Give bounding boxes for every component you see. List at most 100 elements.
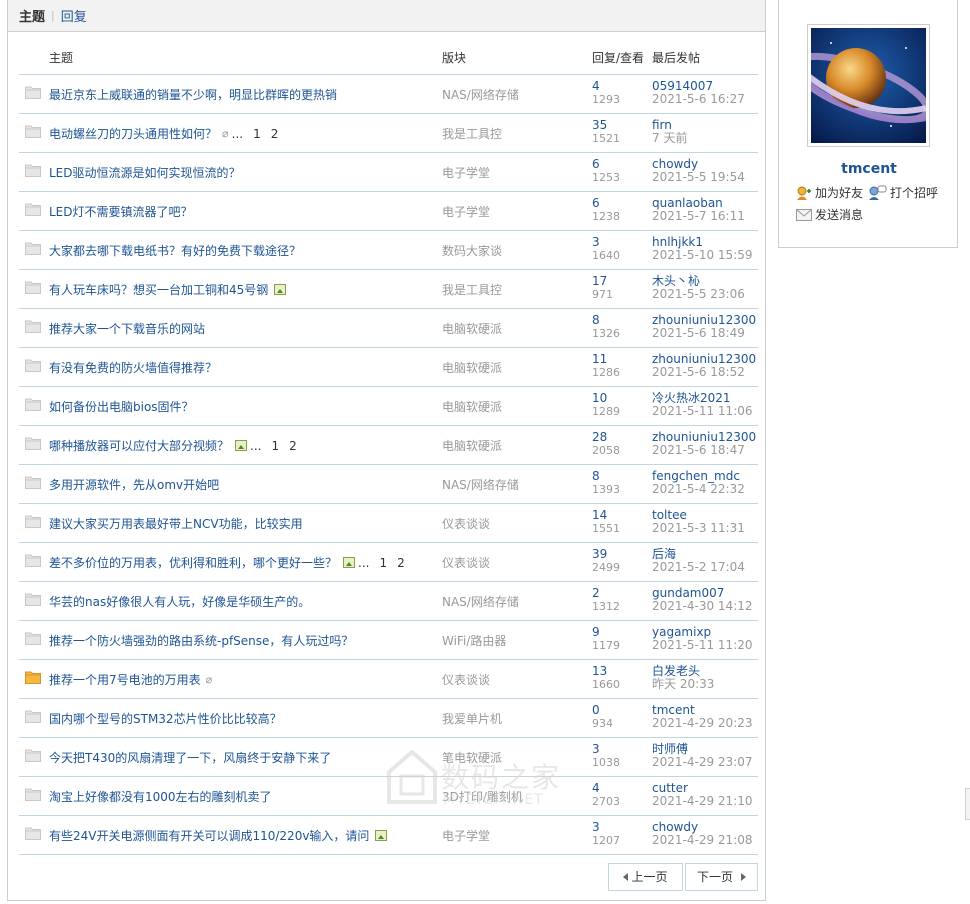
folder-icon[interactable]	[25, 124, 41, 138]
thread-title-link[interactable]: 建议大家买万用表最好带上NCV功能，比较实用	[49, 515, 303, 532]
last-post-time[interactable]: 2021-5-6 18:47	[652, 444, 745, 457]
last-post-time[interactable]: 2021-4-29 20:23	[652, 717, 753, 730]
forum-link[interactable]: 电脑软硬派	[442, 437, 502, 454]
last-post-time[interactable]: 2021-4-29 21:10	[652, 795, 753, 808]
reply-count[interactable]: 11	[592, 353, 607, 366]
forum-link[interactable]: 电脑软硬派	[442, 398, 502, 415]
thread-title-link[interactable]: LED驱动恒流源是如何实现恒流的？	[49, 164, 241, 181]
reply-count[interactable]: 8	[592, 314, 600, 327]
last-post-time[interactable]: 2021-5-3 11:31	[652, 522, 745, 535]
thread-page-link[interactable]: 1	[253, 127, 261, 141]
reply-count[interactable]: 17	[592, 275, 607, 288]
reply-count[interactable]: 4	[592, 80, 600, 93]
folder-icon[interactable]	[25, 319, 41, 333]
thread-title-link[interactable]: 推荐一个用7号电池的万用表	[49, 671, 201, 688]
reply-count[interactable]: 35	[592, 119, 607, 132]
reply-count[interactable]: 6	[592, 158, 600, 171]
last-post-time[interactable]: 2021-5-5 19:54	[652, 171, 745, 184]
thread-title-link[interactable]: 淘宝上好像都没有1000左右的雕刻机卖了	[49, 788, 272, 805]
folder-icon[interactable]	[25, 397, 41, 411]
last-post-time[interactable]: 2021-4-29 21:08	[652, 834, 753, 847]
forum-link[interactable]: 我是工具控	[442, 125, 502, 142]
last-post-time[interactable]: 2021-4-30 14:12	[652, 600, 753, 613]
thread-title-link[interactable]: 电动螺丝刀的刀头通用性如何？	[49, 125, 217, 142]
forum-link[interactable]: 电脑软硬派	[442, 320, 502, 337]
last-post-time[interactable]: 2021-5-11 11:06	[652, 405, 753, 418]
forum-link[interactable]: WiFi/路由器	[442, 632, 506, 649]
last-post-time[interactable]: 2021-5-5 23:06	[652, 288, 745, 301]
folder-icon[interactable]	[25, 670, 41, 684]
folder-icon[interactable]	[25, 436, 41, 450]
reply-count[interactable]: 6	[592, 197, 600, 210]
last-post-time[interactable]: 2021-5-4 22:32	[652, 483, 745, 496]
reply-count[interactable]: 39	[592, 548, 607, 561]
reply-count[interactable]: 0	[592, 704, 600, 717]
tab-replies[interactable]: 回复	[61, 6, 87, 25]
reply-count[interactable]: 10	[592, 392, 607, 405]
reply-count[interactable]: 3	[592, 236, 600, 249]
reply-count[interactable]: 3	[592, 821, 600, 834]
last-post-time[interactable]: 2021-5-6 18:52	[652, 366, 745, 379]
thread-title-link[interactable]: 华芸的nas好像很人有人玩，好像是华硕生产的。	[49, 593, 310, 610]
last-post-time[interactable]: 2021-5-10 15:59	[652, 249, 753, 262]
last-post-time[interactable]: 2021-5-6 18:49	[652, 327, 745, 340]
folder-icon[interactable]	[25, 709, 41, 723]
folder-icon[interactable]	[25, 631, 41, 645]
thread-page-link[interactable]: 2	[289, 439, 297, 453]
thread-page-link[interactable]: 1	[271, 439, 279, 453]
add-friend-button[interactable]: 加为好友	[796, 184, 863, 201]
thread-title-link[interactable]: 有没有免费的防火墙值得推荐？	[49, 359, 217, 376]
folder-icon[interactable]	[25, 514, 41, 528]
next-page-button[interactable]: 下一页	[685, 863, 758, 891]
thread-title-link[interactable]: 最近京东上威联通的销量不少啊，明显比群晖的更热销	[49, 86, 337, 103]
folder-icon[interactable]	[25, 592, 41, 606]
profile-username[interactable]: tmcent	[779, 161, 959, 177]
last-post-time[interactable]: 2021-5-6 16:27	[652, 93, 745, 106]
thread-title-link[interactable]: 哪种播放器可以应付大部分视频？	[49, 437, 229, 454]
thread-title-link[interactable]: 推荐大家一个下载音乐的网站	[49, 320, 205, 337]
thread-title-link[interactable]: 推荐一个防火墙强劲的路由系统-pfSense，有人玩过吗？	[49, 632, 353, 649]
forum-link[interactable]: 电子学堂	[442, 164, 490, 181]
thread-title-link[interactable]: 如何备份出电脑bios固件？	[49, 398, 194, 415]
forum-link[interactable]: 仪表谈谈	[442, 671, 490, 688]
thread-page-link[interactable]: 2	[271, 127, 279, 141]
folder-icon[interactable]	[25, 826, 41, 840]
folder-icon[interactable]	[25, 553, 41, 567]
greet-button[interactable]: 打个招呼	[869, 184, 938, 201]
forum-link[interactable]: 电子学堂	[442, 827, 490, 844]
forum-link[interactable]: NAS/网络存储	[442, 476, 519, 493]
last-post-time[interactable]: 2021-4-29 23:07	[652, 756, 753, 769]
folder-icon[interactable]	[25, 748, 41, 762]
folder-icon[interactable]	[25, 475, 41, 489]
forum-link[interactable]: 仪表谈谈	[442, 554, 490, 571]
send-message-button[interactable]: 发送消息	[796, 206, 863, 223]
forum-link[interactable]: NAS/网络存储	[442, 86, 519, 103]
avatar[interactable]	[791, 24, 932, 147]
side-feedback-tab[interactable]	[965, 788, 970, 820]
reply-count[interactable]: 3	[592, 743, 600, 756]
thread-title-link[interactable]: 多用开源软件，先从omv开始吧	[49, 476, 219, 493]
last-post-time[interactable]: 2021-5-11 11:20	[652, 639, 753, 652]
forum-link[interactable]: 电脑软硬派	[442, 359, 502, 376]
folder-icon[interactable]	[25, 787, 41, 801]
thread-title-link[interactable]: 大家都去哪下载电纸书？有好的免费下载途径？	[49, 242, 301, 259]
reply-count[interactable]: 28	[592, 431, 607, 444]
folder-icon[interactable]	[25, 280, 41, 294]
reply-count[interactable]: 14	[592, 509, 607, 522]
reply-count[interactable]: 8	[592, 470, 600, 483]
thread-title-link[interactable]: 差不多价位的万用表，优利得和胜利，哪个更好一些？	[49, 554, 337, 571]
reply-count[interactable]: 4	[592, 782, 600, 795]
thread-title-link[interactable]: LED灯不需要镇流器了吧？	[49, 203, 193, 220]
tab-threads[interactable]: 主题	[19, 6, 45, 25]
reply-count[interactable]: 13	[592, 665, 607, 678]
forum-link[interactable]: 我爱单片机	[442, 710, 502, 727]
thread-page-link[interactable]: 2	[397, 556, 405, 570]
forum-link[interactable]: 我是工具控	[442, 281, 502, 298]
forum-link[interactable]: 仪表谈谈	[442, 515, 490, 532]
folder-icon[interactable]	[25, 85, 41, 99]
thread-title-link[interactable]: 有人玩车床吗？想买一台加工铜和45号钢	[49, 281, 268, 298]
forum-link[interactable]: 数码大家谈	[442, 242, 502, 259]
thread-title-link[interactable]: 有些24V开关电源侧面有开关可以调成110/220v输入，请问	[49, 827, 369, 844]
last-post-time[interactable]: 昨天 20:33	[652, 678, 714, 691]
prev-page-button[interactable]: 上一页	[608, 863, 683, 891]
